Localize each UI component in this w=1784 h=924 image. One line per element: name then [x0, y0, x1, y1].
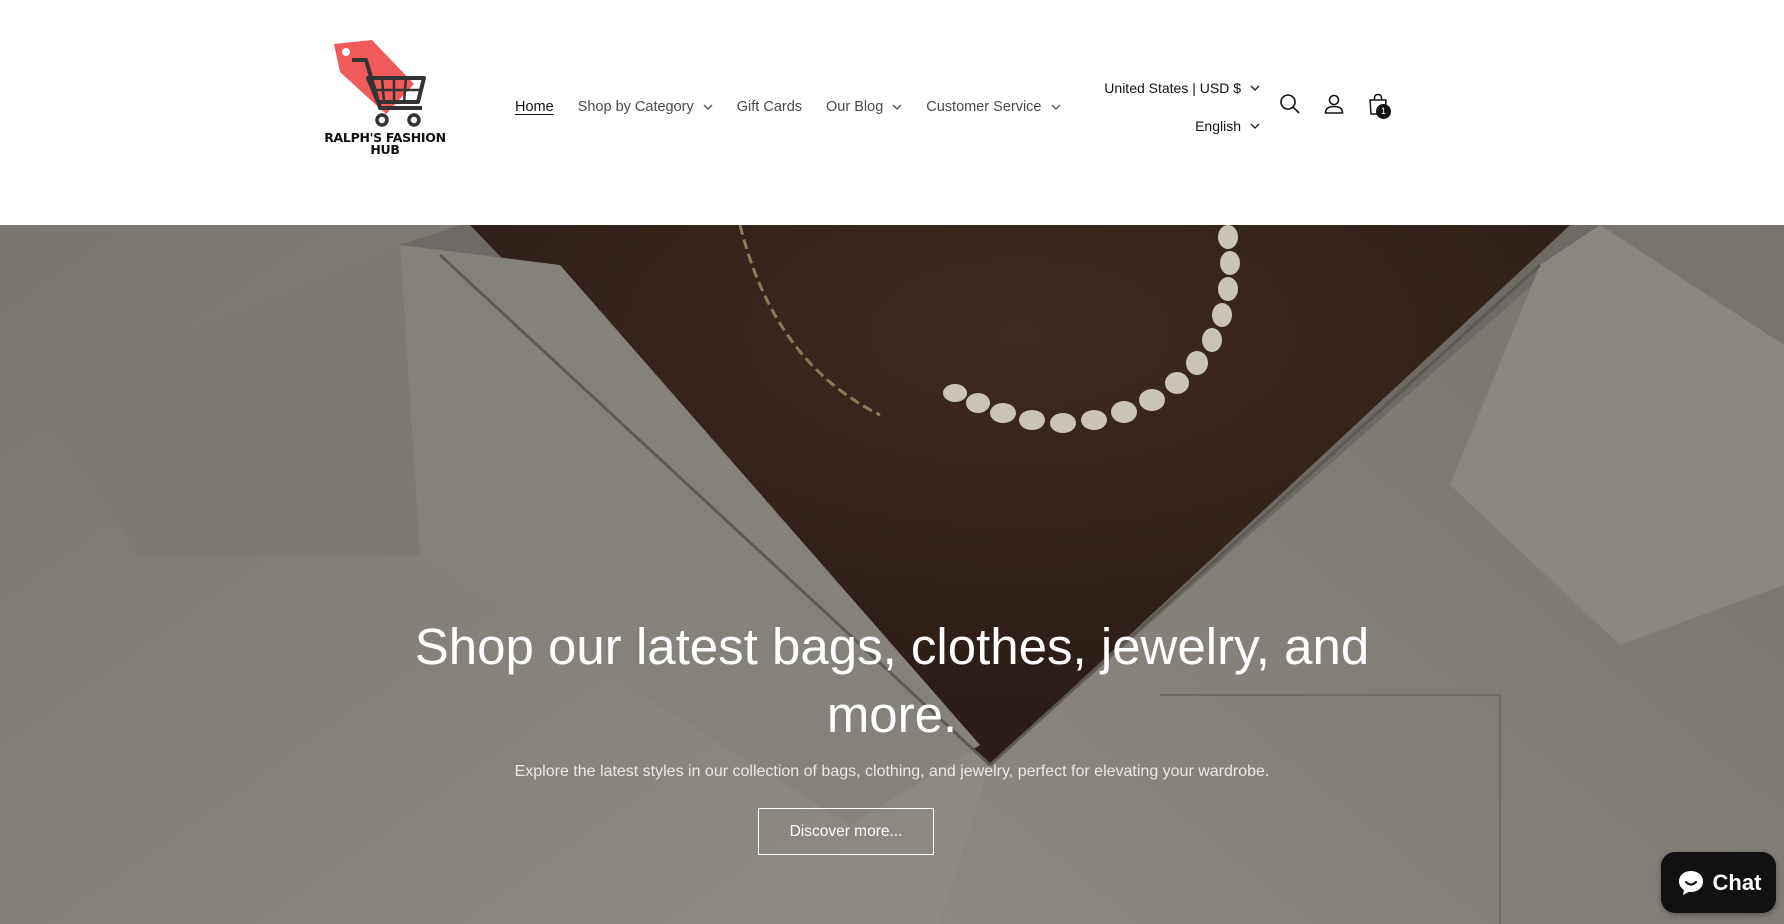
nav-shop-by-category-label: Shop by Category: [577, 99, 694, 115]
chevron-down-icon: [892, 104, 902, 110]
search-button[interactable]: [1278, 92, 1302, 116]
chevron-down-icon: [703, 104, 713, 110]
account-button[interactable]: [1322, 92, 1346, 116]
chat-label: Chat: [1712, 869, 1762, 895]
country-currency-label: United States | USD $: [1104, 80, 1241, 96]
nav-customer-service[interactable]: Customer Service: [926, 99, 1060, 115]
chat-button[interactable]: Chat: [1661, 852, 1776, 913]
chevron-down-icon: [1250, 85, 1260, 91]
nav-customer-service-label: Customer Service: [926, 99, 1042, 115]
hero-banner: Shop our latest bags, clothes, jewelry, …: [0, 225, 1784, 924]
site-header: RALPH'S FASHION HUB Home Shop by Categor…: [0, 0, 1784, 225]
cart-count-badge: 1: [1376, 104, 1391, 119]
language-selector[interactable]: English: [1195, 115, 1260, 137]
nav-gift-cards[interactable]: Gift Cards: [737, 99, 802, 115]
hero-title: Shop our latest bags, clothes, jewelry, …: [414, 618, 1370, 743]
chevron-down-icon: [1051, 104, 1060, 110]
country-currency-selector[interactable]: United States | USD $: [1104, 77, 1260, 99]
account-icon: [1324, 94, 1344, 114]
nav-home-label: Home: [515, 99, 554, 115]
hero-subtitle: Explore the latest styles in our collect…: [514, 763, 1270, 780]
localization-selectors: United States | USD $ English: [1060, 77, 1260, 153]
nav-shop-by-category[interactable]: Shop by Category: [578, 99, 713, 115]
main-nav: Home Shop by Category Gift Cards Our Blo…: [515, 96, 1061, 118]
chat-bubble-icon: [1678, 870, 1703, 895]
language-label: English: [1195, 118, 1241, 134]
chevron-down-icon: [1250, 123, 1260, 129]
search-icon: [1280, 94, 1300, 114]
brand-name-line2: HUB: [370, 142, 400, 157]
nav-gift-cards-label: Gift Cards: [736, 99, 803, 115]
nav-our-blog-label: Our Blog: [826, 99, 884, 115]
shopping-cart-tag-icon: [334, 40, 426, 127]
discover-more-button[interactable]: Discover more...: [758, 808, 934, 855]
nav-our-blog[interactable]: Our Blog: [826, 99, 902, 115]
nav-home[interactable]: Home: [515, 99, 554, 115]
brand-logo[interactable]: RALPH'S FASHION HUB: [322, 36, 448, 160]
brand-name: RALPH'S FASHION HUB: [322, 131, 448, 157]
